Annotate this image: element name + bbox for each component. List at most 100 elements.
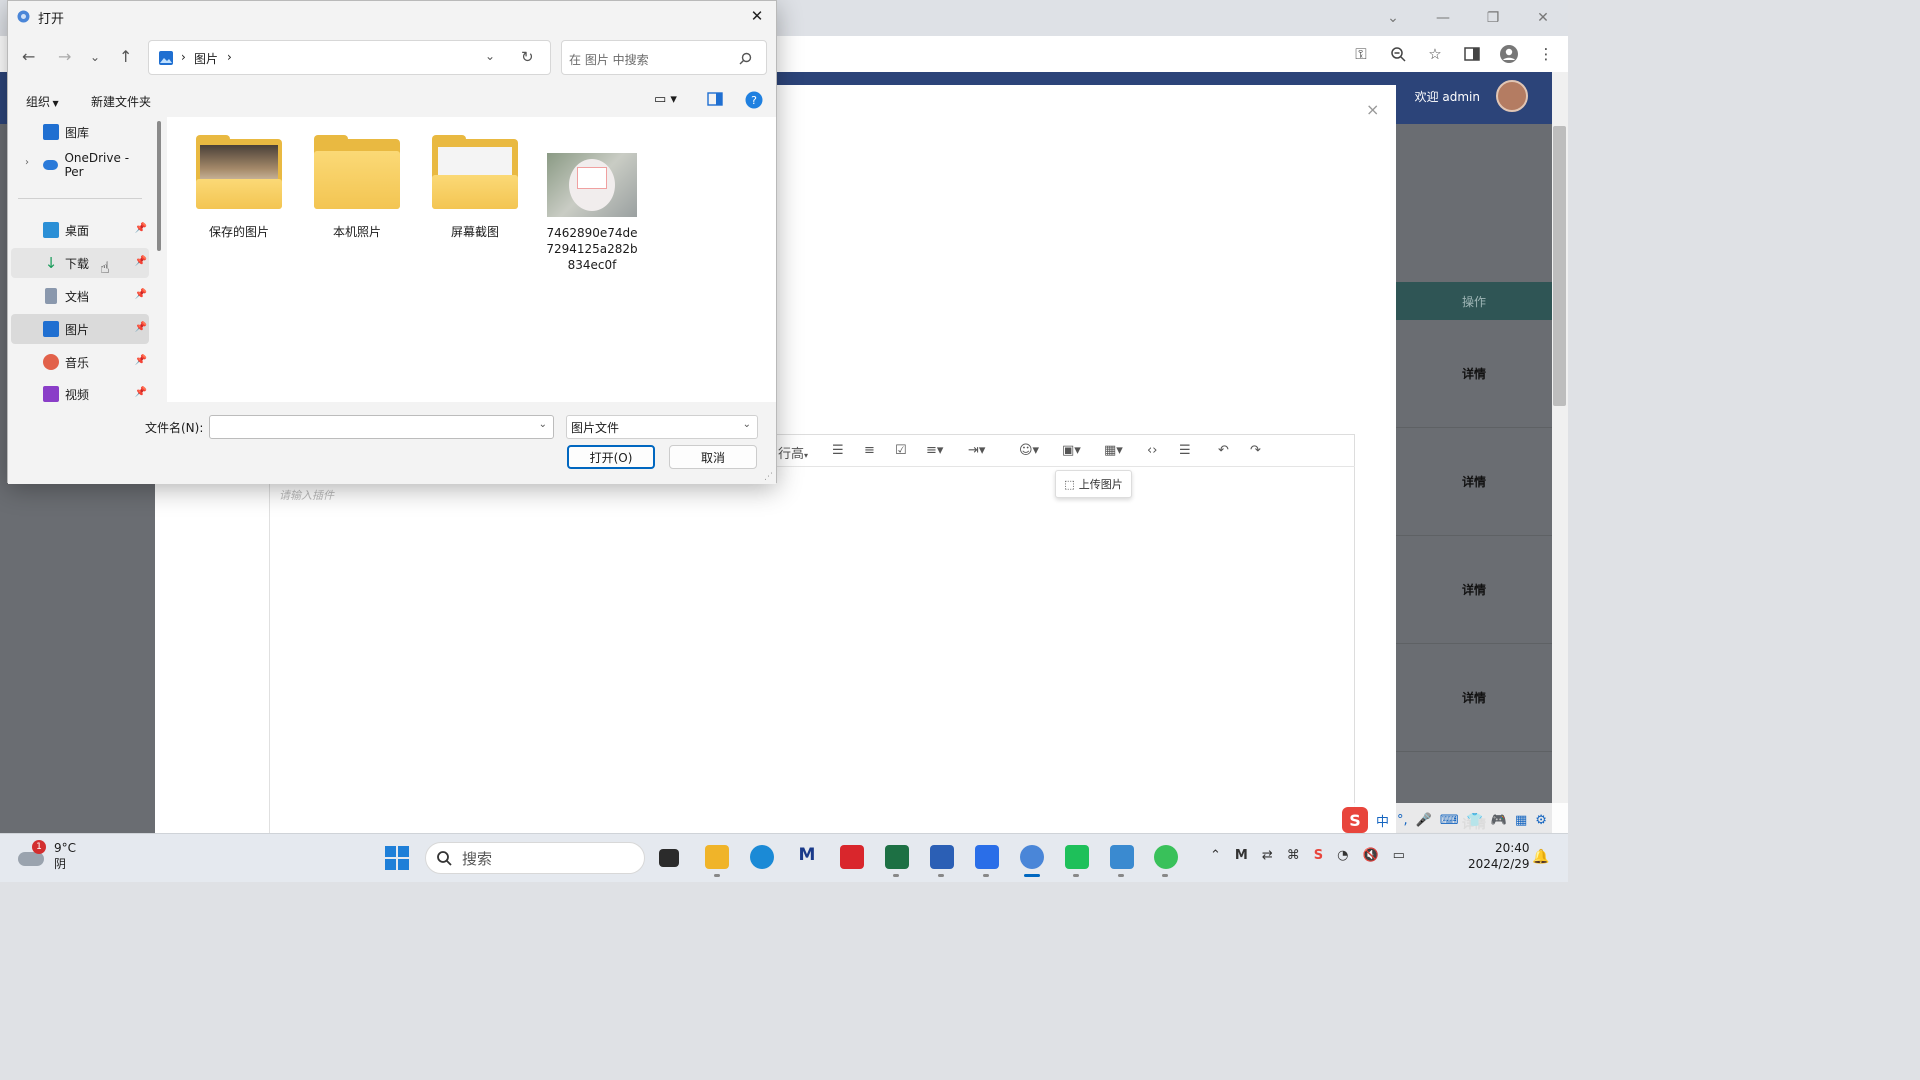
cancel-button[interactable]: 取消 (669, 445, 757, 469)
settings-icon[interactable]: ⚙ (1535, 813, 1547, 828)
dialog-close-button[interactable]: ✕ (746, 5, 768, 27)
forward-arrow-icon[interactable]: → (58, 47, 71, 66)
zoom-out-icon[interactable] (1386, 40, 1410, 68)
recent-locations-chevron-icon[interactable]: ⌄ (90, 50, 100, 64)
excel-icon[interactable] (885, 845, 909, 869)
up-arrow-icon[interactable]: ↑ (119, 47, 132, 66)
tray-settings-icon[interactable]: ⇄ (1262, 848, 1273, 863)
undo-icon[interactable]: ↶ (1218, 443, 1229, 458)
bookmark-star-icon[interactable]: ☆ (1423, 40, 1447, 68)
open-button[interactable]: 打开(O) (567, 445, 655, 469)
file-item-folder[interactable]: 本机照片 (307, 135, 407, 240)
sogou-logo-icon[interactable]: S (1342, 807, 1368, 833)
todo-checkbox-icon[interactable]: ☑ (895, 443, 907, 458)
edge-icon[interactable] (750, 845, 774, 869)
expand-chevron-icon[interactable]: › (25, 157, 29, 168)
media-player-icon[interactable] (975, 845, 999, 869)
notification-bell-icon[interactable]: 🔔 (1532, 849, 1549, 865)
filename-input[interactable]: ⌄ (209, 415, 554, 439)
breadcrumb-item[interactable]: 图片 (194, 50, 218, 67)
code-icon[interactable]: ‹› (1147, 443, 1157, 458)
new-folder-button[interactable]: 新建文件夹 (91, 93, 151, 110)
profile-icon[interactable] (1497, 40, 1521, 68)
punctuation-icon[interactable]: °, (1397, 813, 1408, 828)
restore-button[interactable]: ❐ (1468, 0, 1518, 36)
sidebar-item-documents[interactable]: 文档 📌 (11, 281, 149, 311)
organize-button[interactable]: 组织 ▼ (26, 93, 59, 110)
breadcrumb-separator[interactable]: › (227, 50, 232, 64)
wechat-icon[interactable] (1154, 845, 1178, 869)
sidebar-item-videos[interactable]: 视频 📌 (11, 379, 149, 402)
redo-icon[interactable]: ↷ (1250, 443, 1261, 458)
side-panel-icon[interactable] (1460, 40, 1484, 68)
task-view-icon[interactable] (659, 849, 679, 867)
filename-dropdown-chevron-icon[interactable]: ⌄ (539, 419, 547, 430)
file-item-folder[interactable]: 屏幕截图 (425, 135, 525, 240)
apps-grid-icon[interactable]: ▦ (1515, 813, 1527, 828)
table-row-action[interactable]: 详情 (1396, 536, 1552, 644)
word-icon[interactable] (930, 845, 954, 869)
file-item-folder[interactable]: 保存的图片 (189, 135, 289, 240)
game-icon[interactable]: 🎮 (1491, 813, 1507, 828)
sidebar-scrollbar-thumb[interactable] (157, 121, 161, 251)
align-icon[interactable]: ≡▾ (926, 443, 943, 458)
sogou-tray-icon[interactable]: S (1314, 848, 1323, 863)
chrome-icon[interactable] (1020, 845, 1044, 869)
key-icon[interactable]: ⚿ (1349, 40, 1373, 68)
rich-text-editor[interactable] (270, 434, 1355, 834)
tab-search-icon[interactable]: ⌄ (1368, 0, 1418, 36)
filetype-select[interactable]: 图片文件 ⌄ (566, 415, 758, 439)
iqiyi-icon[interactable] (1065, 845, 1089, 869)
sidebar-item-music[interactable]: 音乐 📌 (11, 347, 149, 377)
line-height-button[interactable]: 行高▾ (778, 443, 808, 462)
address-bar[interactable]: › 图片 › ⌄ ↻ (148, 40, 551, 75)
ime-tray-icon[interactable]: ⌘ (1287, 848, 1300, 863)
back-arrow-icon[interactable]: ← (22, 47, 35, 66)
battery-icon[interactable]: ▭ (1393, 848, 1405, 863)
microphone-icon[interactable]: 🎤 (1416, 813, 1432, 828)
weather-widget[interactable]: 1 9°C 阴 (18, 840, 76, 872)
emoji-icon[interactable]: ☺▾ (1019, 443, 1039, 458)
image-icon[interactable]: ▣▾ (1062, 443, 1081, 458)
taskbar-search[interactable]: 搜索 (425, 842, 645, 874)
sidebar-item-desktop[interactable]: 桌面 📌 (11, 215, 149, 245)
view-options-icon[interactable]: ▭ ▾ (654, 92, 677, 107)
huawei-store-icon[interactable] (840, 845, 864, 869)
search-icon[interactable] (739, 52, 752, 65)
sidebar-item-downloads[interactable]: ↓ 下载 📌 (11, 248, 149, 278)
divider-icon[interactable]: ☰ (1179, 443, 1191, 458)
windows-start-icon[interactable] (384, 845, 410, 871)
speaker-muted-icon[interactable]: 🔇 (1362, 848, 1378, 863)
bullet-list-icon[interactable]: ☰ (832, 443, 844, 458)
file-item-image[interactable]: 7462890e74de7294125a282b834ec0f (543, 153, 641, 273)
avatar[interactable] (1496, 80, 1528, 112)
table-row-action[interactable]: 详情 (1396, 320, 1552, 428)
sidebar-item-pictures[interactable]: 图片 📌 (11, 314, 149, 344)
dialog-search-box[interactable]: 在 图片 中搜索 (561, 40, 767, 75)
address-dropdown-chevron-icon[interactable]: ⌄ (485, 49, 495, 63)
skin-icon[interactable]: 👕 (1467, 813, 1483, 828)
photos-icon[interactable] (1110, 845, 1134, 869)
tray-expand-chevron-icon[interactable]: ⌃ (1210, 848, 1221, 863)
sidebar-item-onedrive[interactable]: › OneDrive - Per (11, 150, 149, 180)
modal-close-button[interactable]: × (1366, 100, 1379, 119)
taskbar-clock[interactable]: 20:40 2024/2/29 (1468, 840, 1530, 872)
keyboard-icon[interactable]: ⌨ (1440, 813, 1459, 828)
mindmaster-icon[interactable]: M (795, 845, 819, 869)
upload-image-menu-item[interactable]: ⬚ 上传图片 (1055, 470, 1132, 498)
numbered-list-icon[interactable]: ≡ (864, 443, 875, 458)
table-row-action[interactable]: 详情 (1396, 644, 1552, 752)
close-window-button[interactable]: ✕ (1518, 0, 1568, 36)
table-row-action[interactable]: 详情 (1396, 428, 1552, 536)
wifi-icon[interactable]: ◔ (1337, 848, 1348, 863)
ime-language[interactable]: 中 (1376, 811, 1389, 830)
preview-pane-icon[interactable] (707, 92, 723, 106)
mindmaster-tray-icon[interactable]: M (1235, 848, 1248, 863)
minimize-button[interactable]: — (1418, 0, 1468, 36)
resize-grip-icon[interactable]: ⋰ (764, 472, 773, 482)
file-explorer-icon[interactable] (705, 845, 729, 869)
page-scrollbar-thumb[interactable] (1553, 126, 1566, 406)
refresh-icon[interactable]: ↻ (521, 48, 534, 66)
sidebar-item-gallery[interactable]: 图库 (11, 117, 149, 147)
indent-icon[interactable]: ⇥▾ (968, 443, 985, 458)
